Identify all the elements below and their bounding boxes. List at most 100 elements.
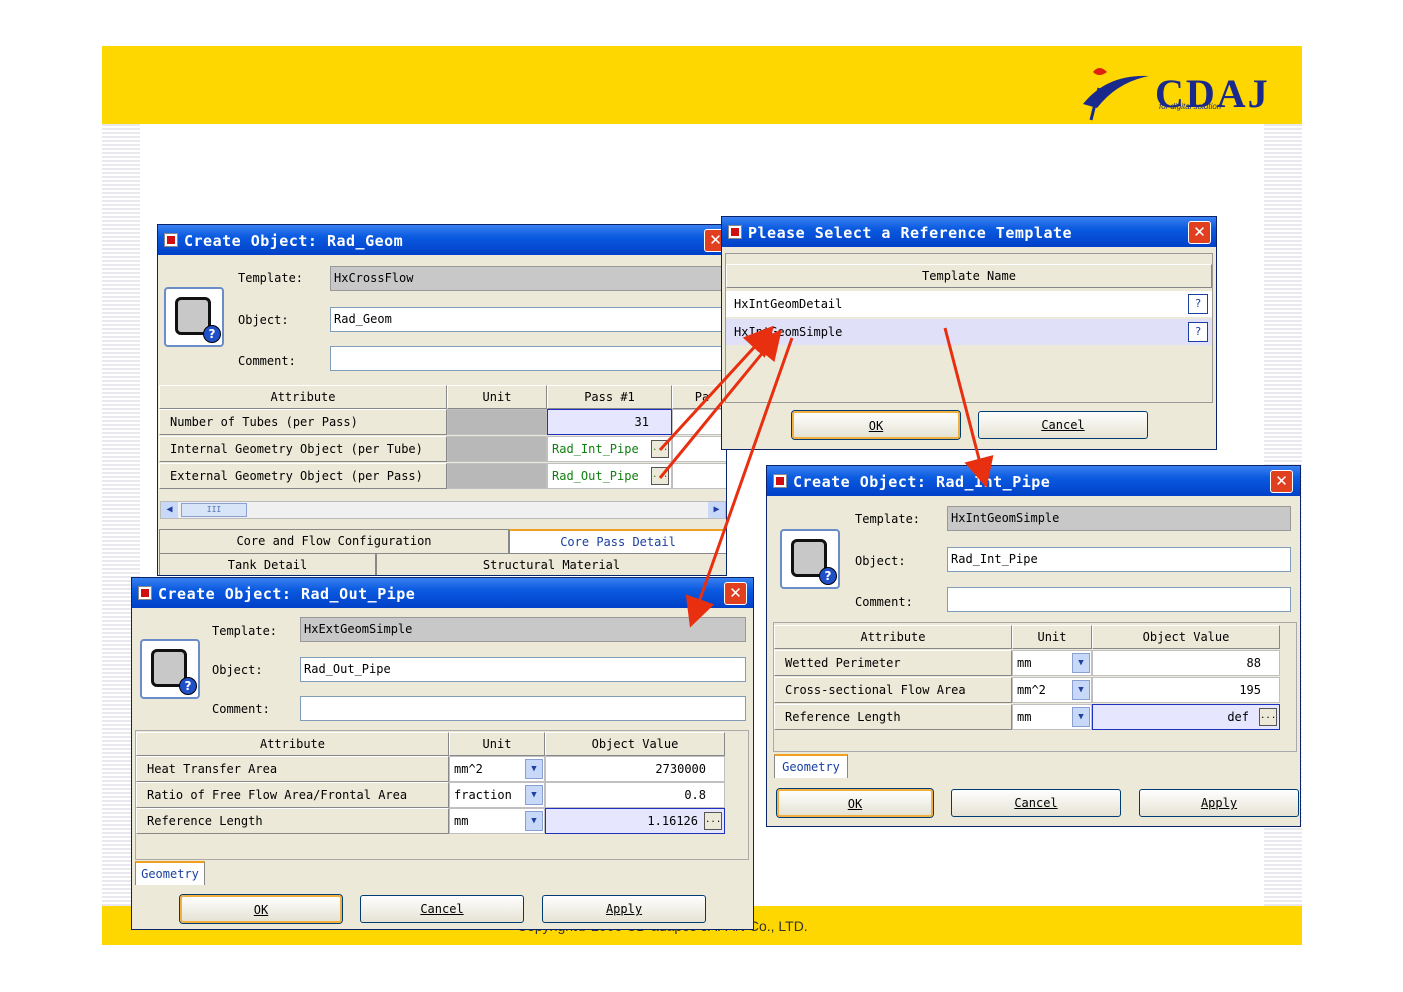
comment-field[interactable] bbox=[330, 346, 726, 371]
pass2-cell[interactable] bbox=[672, 463, 726, 489]
swoosh-icon bbox=[1083, 68, 1149, 121]
unit-value: mm bbox=[1017, 710, 1032, 724]
template-label: Template: bbox=[238, 271, 304, 285]
rad-int-pipe-titlebar[interactable]: Create Object: Rad_Int_Pipe ✕ bbox=[767, 466, 1300, 496]
object-icon: ? bbox=[164, 287, 224, 347]
tab-geometry[interactable]: Geometry bbox=[774, 754, 848, 778]
unit-dropdown[interactable]: mm ▼ bbox=[1012, 704, 1092, 730]
cdaj-logo: CDAJ for digital solution bbox=[1077, 64, 1277, 122]
object-field[interactable]: Rad_Int_Pipe bbox=[947, 547, 1291, 572]
ellipsis-button[interactable]: ... bbox=[704, 812, 722, 830]
object-icon: ? bbox=[780, 529, 840, 589]
object-label: Object: bbox=[212, 663, 263, 677]
chevron-down-icon[interactable]: ▼ bbox=[525, 811, 543, 831]
ellipsis-button[interactable]: ... bbox=[651, 467, 669, 485]
col-header-attribute: Attribute bbox=[774, 625, 1012, 649]
table-row: Number of Tubes (per Pass) bbox=[159, 409, 447, 435]
rad-out-pipe-window: Create Object: Rad_Out_Pipe ✕ ? Template… bbox=[131, 577, 754, 930]
window-title: Create Object: Rad_Int_Pipe bbox=[793, 473, 1051, 491]
tubes-value-cell[interactable]: 31 bbox=[547, 409, 672, 435]
close-icon[interactable]: ✕ bbox=[1188, 221, 1211, 244]
value-cell[interactable]: 2730000 bbox=[545, 756, 725, 782]
list-item[interactable]: HxIntGeomDetail bbox=[726, 291, 1212, 317]
comment-field[interactable] bbox=[300, 696, 746, 721]
reference-template-titlebar[interactable]: Please Select a Reference Template ✕ bbox=[722, 217, 1216, 247]
unit-dropdown[interactable]: mm^2 ▼ bbox=[449, 756, 545, 782]
object-field[interactable]: Rad_Out_Pipe bbox=[300, 657, 746, 682]
ellipsis-button[interactable]: ... bbox=[1259, 708, 1277, 726]
value-text: 195 bbox=[1239, 683, 1261, 697]
help-icon[interactable]: ? bbox=[1188, 294, 1208, 314]
table-row: External Geometry Object (per Pass) bbox=[159, 463, 447, 489]
unit-dropdown[interactable]: mm ▼ bbox=[1012, 650, 1092, 676]
ok-button[interactable]: OK bbox=[777, 789, 933, 817]
tubes-value: 31 bbox=[634, 415, 649, 429]
unit-dropdown[interactable]: fraction ▼ bbox=[449, 782, 545, 808]
rad-geom-titlebar[interactable]: Create Object: Rad_Geom ✕ bbox=[158, 225, 726, 255]
list-item-selected[interactable]: HxIntGeomSimple bbox=[726, 319, 1212, 345]
col-header-unit: Unit bbox=[1012, 625, 1092, 649]
ok-button[interactable]: OK bbox=[180, 895, 342, 923]
chevron-down-icon[interactable]: ▼ bbox=[1072, 707, 1090, 727]
tab-tank-detail[interactable]: Tank Detail bbox=[159, 553, 376, 575]
tab-core-pass-detail[interactable]: Core Pass Detail bbox=[509, 529, 726, 553]
apply-button[interactable]: Apply bbox=[1139, 789, 1299, 817]
logo-tagline: for digital solution bbox=[1159, 102, 1222, 111]
horizontal-scrollbar[interactable]: ◀ III ▶ bbox=[160, 501, 726, 519]
pass2-cell[interactable] bbox=[672, 409, 726, 435]
tab-geometry[interactable]: Geometry bbox=[135, 861, 205, 885]
tab-core-flow-config[interactable]: Core and Flow Configuration bbox=[159, 529, 509, 553]
close-icon[interactable]: ✕ bbox=[724, 582, 747, 605]
internal-geometry-cell[interactable]: Rad_Int_Pipe ... bbox=[547, 436, 672, 462]
unit-value: mm bbox=[454, 814, 469, 828]
ellipsis-button[interactable]: ... bbox=[651, 440, 669, 458]
col-header-object-value: Object Value bbox=[1092, 625, 1280, 649]
value-text: 0.8 bbox=[684, 788, 706, 802]
col-header-attribute: Attribute bbox=[136, 732, 449, 756]
template-label: Template: bbox=[855, 512, 921, 526]
value-cell[interactable]: 88 bbox=[1092, 650, 1280, 676]
help-icon[interactable]: ? bbox=[1188, 322, 1208, 342]
close-icon[interactable]: ✕ bbox=[1270, 470, 1293, 493]
external-geometry-cell[interactable]: Rad_Out_Pipe ... bbox=[547, 463, 672, 489]
window-title: Create Object: Rad_Geom bbox=[184, 232, 404, 250]
window-title: Please Select a Reference Template bbox=[748, 224, 1073, 242]
unit-cell bbox=[447, 409, 547, 435]
chevron-down-icon[interactable]: ▼ bbox=[525, 759, 543, 779]
comment-label: Comment: bbox=[212, 702, 270, 716]
col-header-unit: Unit bbox=[449, 732, 545, 756]
unit-value: mm bbox=[1017, 656, 1032, 670]
chevron-down-icon[interactable]: ▼ bbox=[1072, 680, 1090, 700]
value-cell[interactable]: 1.16126... bbox=[545, 808, 725, 834]
object-label: Object: bbox=[238, 313, 289, 327]
comment-field[interactable] bbox=[947, 587, 1291, 612]
pass2-cell[interactable] bbox=[672, 436, 726, 462]
object-field[interactable]: Rad_Geom bbox=[330, 307, 726, 332]
unit-dropdown[interactable]: mm^2 ▼ bbox=[1012, 677, 1092, 703]
col-header-template-name: Template Name bbox=[726, 264, 1212, 288]
window-icon bbox=[138, 586, 152, 600]
cancel-button[interactable]: Cancel bbox=[978, 411, 1148, 439]
value-cell[interactable]: def... bbox=[1092, 704, 1280, 730]
attribute-table: Attribute Unit Object Value Wetted Perim… bbox=[773, 622, 1297, 752]
cancel-button[interactable]: Cancel bbox=[951, 789, 1121, 817]
template-field: HxCrossFlow bbox=[330, 266, 726, 291]
table-row: Reference Length bbox=[136, 808, 449, 834]
chevron-down-icon[interactable]: ▼ bbox=[1072, 653, 1090, 673]
scroll-left-icon[interactable]: ◀ bbox=[161, 502, 178, 518]
external-geometry-value: Rad_Out_Pipe bbox=[552, 469, 639, 483]
apply-button[interactable]: Apply bbox=[542, 895, 706, 923]
rad-out-pipe-titlebar[interactable]: Create Object: Rad_Out_Pipe ✕ bbox=[132, 578, 753, 608]
list-item-label: HxIntGeomSimple bbox=[734, 325, 843, 339]
chevron-down-icon[interactable]: ▼ bbox=[525, 785, 543, 805]
scroll-right-icon[interactable]: ▶ bbox=[708, 502, 725, 518]
template-label: Template: bbox=[212, 624, 278, 638]
cancel-button[interactable]: Cancel bbox=[360, 895, 524, 923]
ok-button[interactable]: OK bbox=[792, 411, 960, 439]
value-cell[interactable]: 195 bbox=[1092, 677, 1280, 703]
unit-dropdown[interactable]: mm ▼ bbox=[449, 808, 545, 834]
tab-structural-material[interactable]: Structural Material bbox=[376, 553, 726, 575]
window-icon bbox=[164, 233, 178, 247]
value-cell[interactable]: 0.8 bbox=[545, 782, 725, 808]
scroll-thumb[interactable]: III bbox=[181, 503, 247, 517]
